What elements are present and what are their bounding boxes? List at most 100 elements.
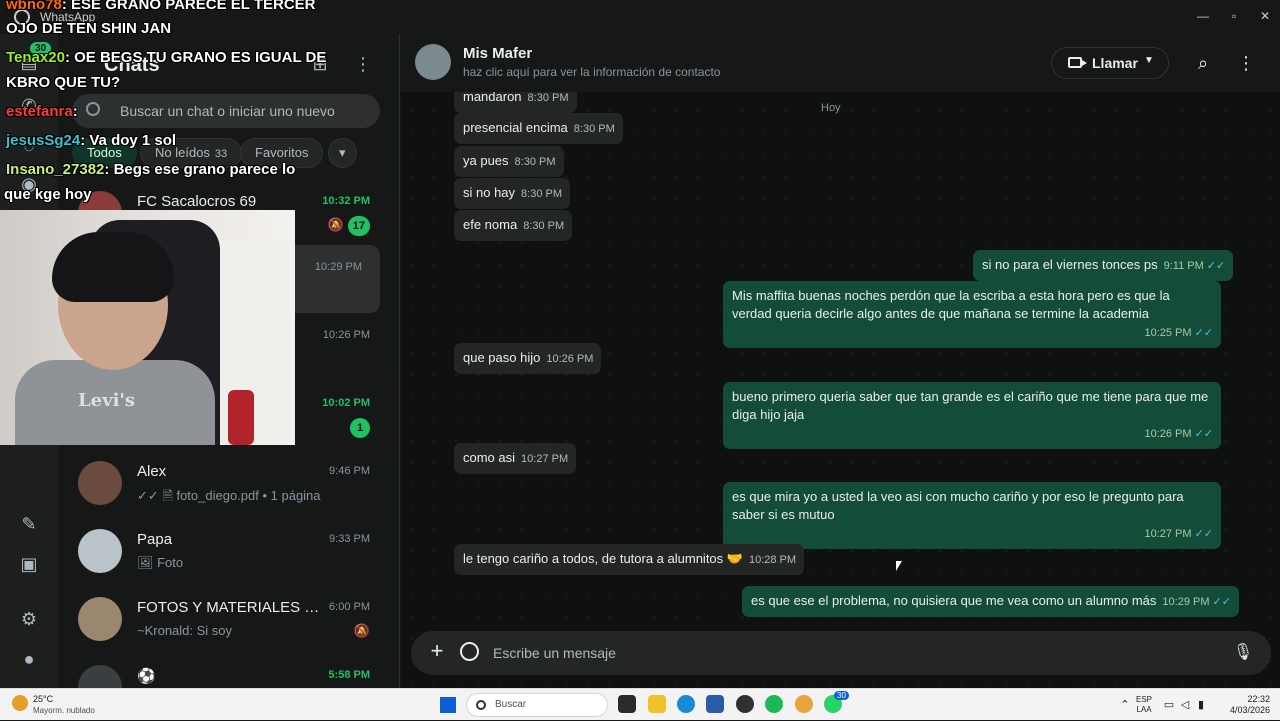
message-incoming: ya pues 8:30 PM: [454, 146, 564, 177]
stream-chat-user: jesusSg24: [6, 132, 81, 149]
avatar: [78, 461, 122, 505]
clock[interactable]: 22:32 4/03/2026: [1218, 694, 1270, 716]
obs-icon[interactable]: [736, 695, 754, 713]
message-incoming: que paso hijo 10:26 PM: [454, 343, 602, 374]
chat-preview: ~Kronald: Si soy: [137, 623, 233, 638]
settings-icon[interactable]: ⚙: [17, 607, 41, 631]
attach-plus-icon[interactable]: +: [425, 639, 449, 663]
chat-search[interactable]: [72, 94, 380, 128]
taskbar-search-label: Buscar: [495, 699, 527, 710]
stream-chat-line: KBRO QUE TU?: [6, 74, 120, 91]
call-label: Llamar: [1092, 55, 1138, 71]
search-input[interactable]: [120, 94, 370, 128]
display-icon[interactable]: ▭: [1162, 698, 1176, 712]
conversation-header[interactable]: Mis Mafer haz clic aquí para ver la info…: [401, 34, 1280, 92]
weather-desc: Mayorm. nublado: [33, 706, 95, 715]
chat-row[interactable]: Alex 9:46 PM ✓✓ 🗎 foto_diego.pdf • 1 pág…: [58, 449, 388, 517]
spotify-icon[interactable]: [765, 695, 783, 713]
sticker-emoji-icon[interactable]: [460, 642, 479, 661]
chat-preview: ✓✓ 🗎 foto_diego.pdf • 1 página: [137, 488, 321, 503]
read-ticks-icon: ✓✓: [1212, 596, 1231, 608]
chat-time: 10:02 PM: [322, 397, 370, 409]
shirt-logo: Levi's: [78, 390, 136, 411]
message-text: que paso hijo: [463, 350, 541, 365]
chat-time: 10:26 PM: [322, 329, 370, 341]
chat-row[interactable]: ⚽ 5:58 PM: [58, 653, 388, 688]
message-time: 9:11 PM: [1163, 260, 1204, 272]
chat-name: ⚽: [137, 668, 156, 685]
message-time: 8:30 PM: [527, 92, 569, 104]
webcam-red-lamp: [228, 390, 254, 445]
stream-chat-text: OJO DE TEN SHIN JAN: [6, 20, 172, 37]
filter-more[interactable]: ▾: [328, 138, 357, 168]
starred-edit-icon[interactable]: ✎: [17, 512, 41, 536]
search-icon[interactable]: ⌕: [1191, 51, 1215, 75]
message-text: efe noma: [463, 217, 518, 232]
stream-chat-text: : Begs ese grano parece lo: [104, 161, 296, 178]
stream-chat-user: Insano_27382: [6, 161, 105, 178]
message-text: mandaron: [463, 92, 522, 104]
media-gallery-icon[interactable]: ▣: [17, 552, 41, 576]
avatar: [78, 529, 122, 573]
stream-chat-line: jesusSg24: Va doy 1 sol: [6, 132, 176, 149]
message-input[interactable]: [493, 631, 1193, 675]
contact-subtitle: haz clic aquí para ver la información de…: [463, 65, 721, 79]
message-time: 10:25 PM: [1144, 327, 1192, 339]
taskbar-search[interactable]: Buscar: [466, 693, 608, 717]
message-time: 10:28 PM: [748, 554, 797, 566]
message-text: es que mira yo a usted la veo asi con mu…: [732, 489, 1184, 522]
stream-chat-text: KBRO QUE TU?: [6, 74, 121, 91]
message-text: si no hay: [463, 185, 516, 200]
tray-overflow-icon[interactable]: ⌃: [1118, 698, 1132, 712]
chat-name: FC Sacalocros 69: [137, 193, 257, 210]
chat-name: Alex: [137, 463, 167, 480]
profile-avatar[interactable]: ●: [17, 647, 41, 671]
chevron-down-icon: ▾: [339, 145, 346, 160]
read-ticks-icon: ✓✓: [1194, 428, 1213, 440]
battery-icon[interactable]: ▮: [1194, 698, 1208, 712]
chat-time: 9:33 PM: [329, 533, 370, 545]
stream-chat-line: que kge hoy: [4, 186, 92, 203]
close-button[interactable]: ✕: [1250, 4, 1280, 28]
file-explorer-icon[interactable]: [648, 695, 666, 713]
chat-name: Papa: [137, 531, 173, 548]
task-view-icon[interactable]: [618, 695, 636, 713]
stream-chat-text: : Va doy 1 sol: [80, 132, 177, 149]
read-ticks-icon: ✓✓: [1194, 327, 1213, 339]
weather-temp: 25°C: [33, 694, 54, 704]
maximize-button[interactable]: ▫: [1219, 4, 1249, 28]
store-icon[interactable]: [706, 695, 724, 713]
message-text: es que ese el problema, no quisiera que …: [751, 593, 1157, 608]
chat-row[interactable]: Papa 9:33 PM 🖼 Foto: [58, 517, 388, 585]
language-indicator[interactable]: ESP LAA: [1136, 695, 1152, 715]
muted-icon: 🔕: [353, 623, 370, 638]
webcam-person-hair: [52, 232, 174, 302]
volume-icon[interactable]: ◁: [1178, 698, 1192, 712]
stream-chat-line: wbno78: ESE GRANO PARECE EL TERCER: [6, 0, 316, 13]
windows-start-icon[interactable]: [440, 697, 456, 713]
menu-kebab-icon[interactable]: ⋮: [1234, 51, 1258, 75]
message-incoming: mandaron 8:30 PM: [454, 92, 577, 113]
stream-chat-line: Insano_27382: Begs ese grano parece lo: [6, 161, 295, 178]
chat-row[interactable]: FOTOS Y MATERIALES D-E ... 6:00 PM ~Kron…: [58, 585, 388, 653]
minimize-button[interactable]: —: [1188, 4, 1218, 28]
message-time: 8:30 PM: [523, 220, 565, 232]
message-incoming: le tengo cariño a todos, de tutora a alu…: [454, 544, 805, 575]
contact-avatar[interactable]: [415, 44, 451, 80]
chat-time: 6:00 PM: [329, 601, 370, 613]
microphone-icon[interactable]: 🎙: [1231, 641, 1255, 665]
message-outgoing: es que mira yo a usted la veo asi con mu…: [723, 482, 1221, 549]
chat-name: FOTOS Y MATERIALES D-E ...: [137, 599, 327, 616]
message-text: como asi: [463, 450, 516, 465]
message-list: Hoy mandaron 8:30 PM presencial encima 8:3…: [401, 92, 1280, 628]
conversation-panel: Mis Mafer haz clic aquí para ver la info…: [401, 34, 1280, 688]
edge-browser-icon[interactable]: [677, 695, 695, 713]
video-camera-icon: [1068, 57, 1087, 68]
chrome-icon[interactable]: [795, 695, 813, 713]
menu-kebab-icon[interactable]: ⋮: [351, 52, 375, 76]
call-button[interactable]: Llamar ▼: [1051, 47, 1169, 79]
stream-chat-text: que kge hoy: [4, 186, 92, 203]
message-outgoing: es que ese el problema, no quisiera que …: [742, 586, 1239, 617]
avatar: [78, 665, 122, 688]
search-icon: [476, 700, 486, 710]
